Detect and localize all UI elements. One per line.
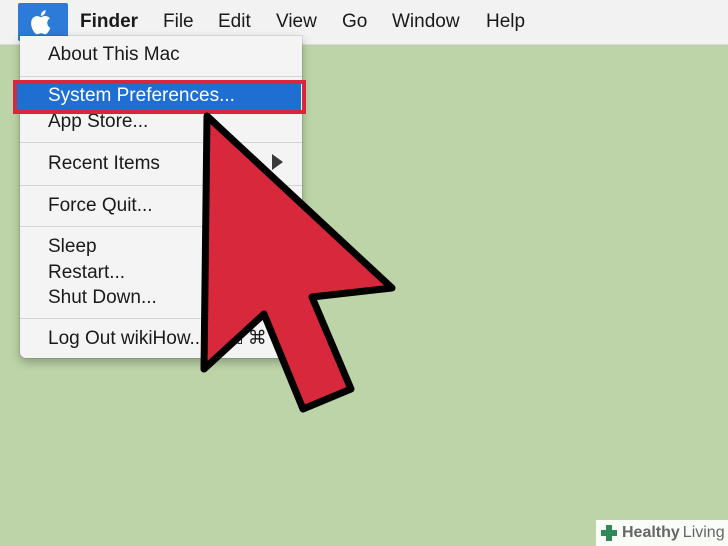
apple-icon — [31, 10, 51, 35]
submenu-arrow-icon — [272, 154, 283, 170]
menu-separator — [20, 226, 302, 227]
screen: Finder File Edit View Go Window Help Abo… — [0, 0, 728, 546]
menu-item-about-this-mac[interactable]: About This Mac — [48, 43, 180, 67]
menu-help[interactable]: Help — [486, 0, 525, 44]
menu-item-recent-items[interactable]: Recent Items — [48, 152, 160, 176]
menu-separator — [20, 185, 302, 186]
menu-item-restart[interactable]: Restart... — [48, 261, 125, 285]
menu-go[interactable]: Go — [342, 0, 367, 44]
plus-leaf-icon — [601, 525, 617, 541]
menu-separator — [20, 76, 302, 77]
menu-item-log-out[interactable]: Log Out wikiHow... — [48, 327, 205, 351]
menu-item-shut-down[interactable]: Shut Down... — [48, 286, 157, 310]
menu-separator — [20, 318, 302, 319]
menu-item-sleep[interactable]: Sleep — [48, 235, 97, 259]
watermark-word-1: Healthy — [622, 524, 680, 541]
log-out-shortcut: ⇧⌘ — [232, 328, 267, 349]
red-highlight-box — [13, 80, 306, 114]
menu-window[interactable]: Window — [392, 0, 460, 44]
menu-separator — [20, 142, 302, 143]
watermark-word-2: Living — [682, 524, 725, 541]
watermark: Healthy Living — [596, 520, 728, 546]
menu-item-force-quit[interactable]: Force Quit... — [48, 194, 153, 218]
